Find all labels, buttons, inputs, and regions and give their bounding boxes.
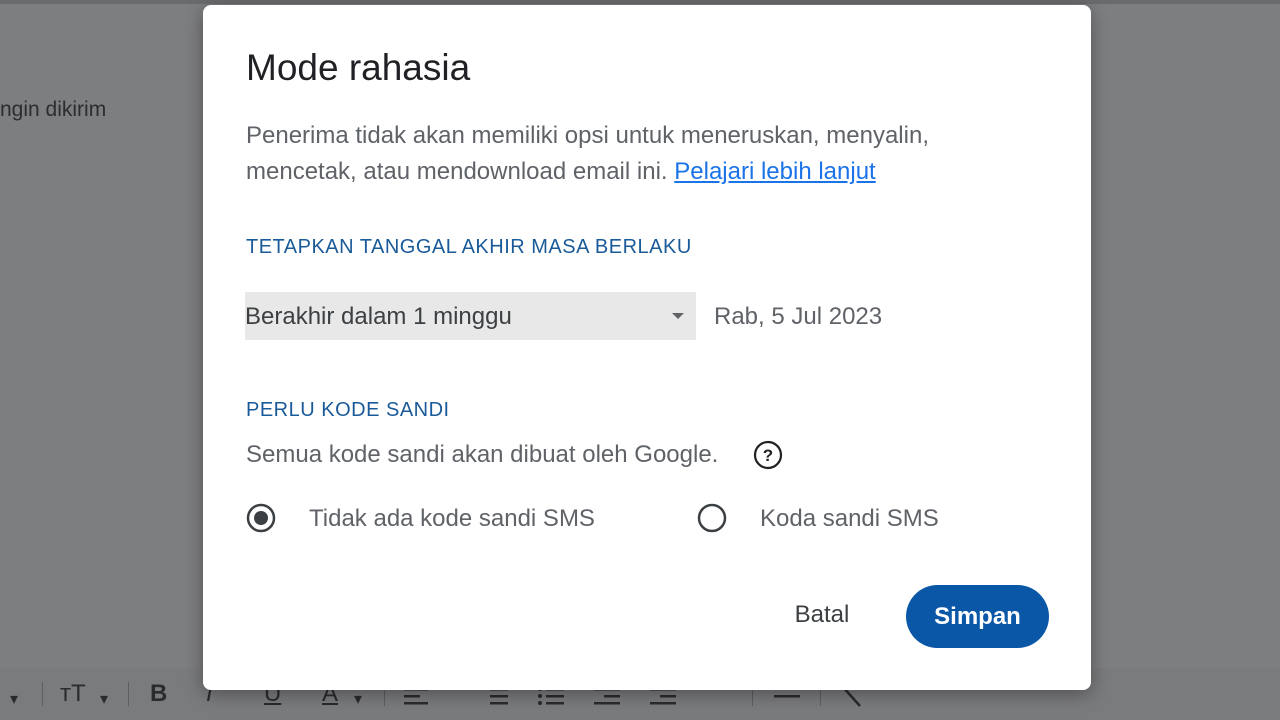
compose-body-text: ngin dikirim [0,98,107,121]
background-top-bar [0,0,1280,4]
radio-unselected-icon[interactable] [696,502,728,534]
passcode-section-label: PERLU KODE SANDI [246,399,450,421]
svg-text:?: ? [763,446,773,465]
cancel-button[interactable]: Batal [763,587,881,643]
dialog-description: Penerima tidak akan memiliki opsi untuk … [246,118,1006,190]
passcode-note: Semua kode sandi akan dibuat oleh Google… [246,441,719,468]
font-size-icon[interactable]: тT [60,680,86,708]
toolbar-separator [42,682,43,706]
expiry-select-value: Berakhir dalam 1 minggu [245,303,512,330]
dropdown-arrow-icon [672,313,684,319]
bold-icon[interactable]: B [150,680,167,708]
expiry-select[interactable]: Berakhir dalam 1 minggu [245,292,696,340]
toolbar-separator [128,682,129,706]
radio-selected-icon[interactable] [245,502,277,534]
chevron-down-icon[interactable]: ▾ [100,686,108,714]
chevron-down-icon[interactable]: ▾ [10,686,18,714]
expiry-date: Rab, 5 Jul 2023 [714,303,883,330]
dialog-title: Mode rahasia [246,47,471,88]
save-button[interactable]: Simpan [906,585,1049,648]
learn-more-link[interactable]: Pelajari lebih lanjut [674,158,875,185]
help-icon[interactable]: ? [753,440,783,470]
expiry-section-label: TETAPKAN TANGGAL AKHIR MASA BERLAKU [246,236,692,258]
confidential-mode-dialog: Mode rahasia Penerima tidak akan memilik… [203,5,1091,690]
radio-label: Koda sandi SMS [760,505,939,532]
chevron-down-icon[interactable]: ▾ [354,686,362,714]
radio-label: Tidak ada kode sandi SMS [309,505,595,532]
